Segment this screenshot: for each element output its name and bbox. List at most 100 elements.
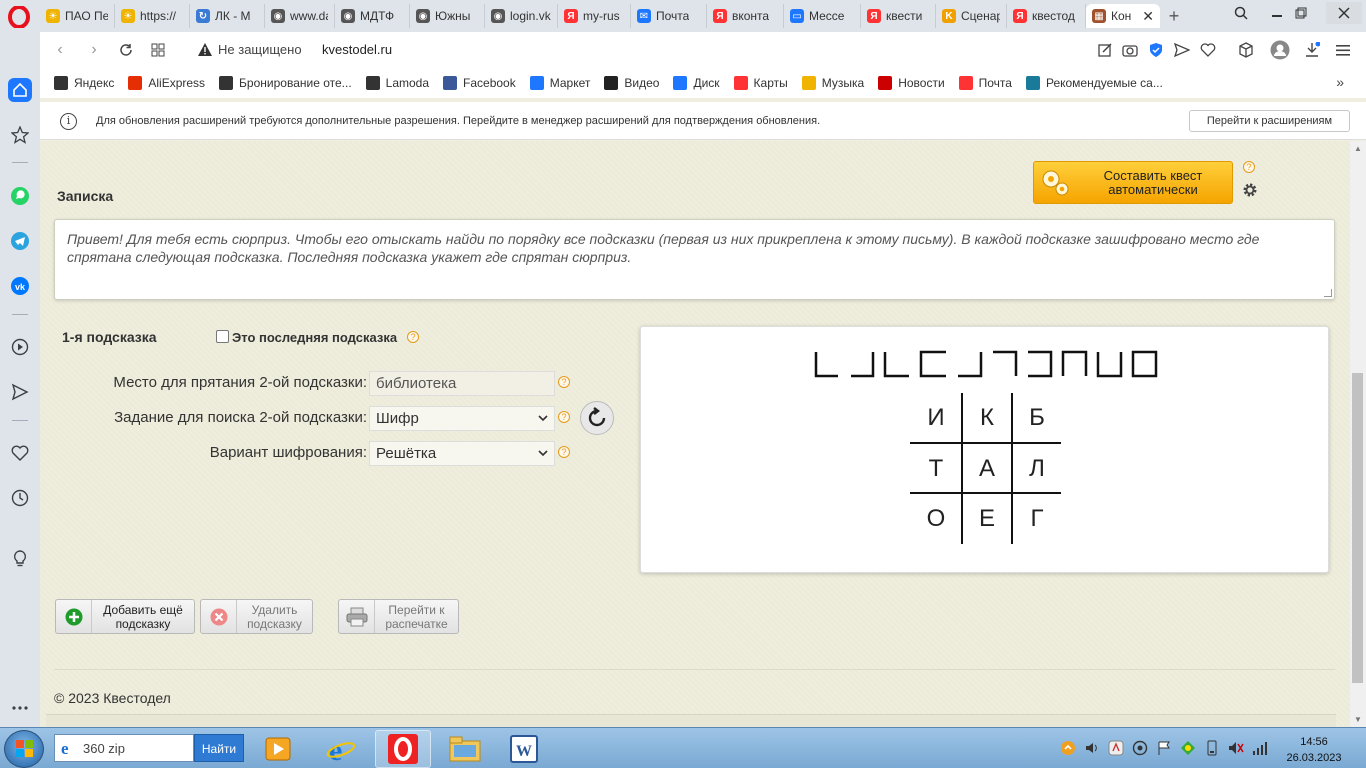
tray-app-icon[interactable] (1108, 740, 1124, 756)
forward-button[interactable]: › (84, 40, 104, 60)
heart-icon[interactable] (1200, 42, 1216, 58)
cipher-select[interactable]: Решётка (369, 441, 555, 466)
sidebar-bulb-icon[interactable] (8, 547, 32, 571)
task-help-icon[interactable]: ? (558, 411, 570, 423)
tab[interactable]: ☀ ПАО Пе (40, 4, 115, 28)
internet-explorer-icon[interactable]: e (313, 730, 369, 768)
sidebar-more-icon[interactable] (8, 696, 32, 720)
task-select[interactable]: Шифр (369, 406, 555, 431)
tray-device-icon[interactable] (1204, 740, 1220, 756)
reload-button[interactable] (116, 40, 136, 60)
bookmarks-more-icon[interactable]: » (1336, 74, 1344, 90)
place-input[interactable]: библиотека (369, 371, 555, 396)
back-button[interactable]: ‹ (50, 40, 70, 60)
tray-camera-icon[interactable] (1132, 740, 1148, 756)
tray-volume-icon[interactable] (1228, 740, 1244, 756)
tray-flag-icon[interactable] (1156, 740, 1172, 756)
tab[interactable]: Яквестод (1007, 4, 1086, 28)
sidebar-vk-icon[interactable]: vk (8, 274, 32, 298)
tab[interactable]: Яmy-rus (558, 4, 631, 28)
close-tab-icon[interactable]: ✕ (1142, 8, 1154, 25)
download-icon[interactable] (1304, 42, 1320, 58)
taskbar-search-input[interactable]: e 360 zip (54, 734, 194, 762)
go-to-extensions-button[interactable]: Перейти к расширениям (1189, 110, 1350, 132)
edit-icon[interactable] (1097, 42, 1113, 58)
print-button[interactable]: Перейти к распечатке (338, 599, 459, 634)
auto-compose-button[interactable]: Составить квест автоматически (1033, 161, 1233, 204)
last-hint-help-icon[interactable]: ? (407, 331, 419, 343)
bookmark-item[interactable]: Lamoda (365, 76, 429, 90)
send-icon[interactable] (1174, 42, 1190, 58)
avatar-icon[interactable] (1270, 40, 1290, 60)
bookmark-item[interactable]: Карты (733, 76, 788, 90)
tray-network-icon[interactable] (1252, 740, 1268, 756)
bookmark-item[interactable]: Рекомендуемые са... (1025, 76, 1163, 90)
start-button[interactable] (4, 730, 44, 768)
tabs-grid-button[interactable] (148, 40, 168, 60)
taskbar-search-button[interactable]: Найти (194, 734, 244, 762)
shield-icon[interactable] (1148, 42, 1164, 58)
place-help-icon[interactable]: ? (558, 376, 570, 388)
scroll-thumb[interactable] (1352, 373, 1363, 683)
help-icon[interactable]: ? (1243, 161, 1255, 173)
tab[interactable]: ✉ Почта (631, 4, 707, 28)
opera-logo-icon[interactable] (8, 6, 30, 28)
note-textarea[interactable]: Привет! Для тебя есть сюрприз. Чтобы его… (54, 219, 1335, 300)
new-tab-button[interactable]: + (1164, 6, 1184, 26)
regenerate-button[interactable] (580, 401, 614, 435)
tab[interactable]: ☀ https:// (115, 4, 190, 28)
bookmark-item[interactable]: Facebook (443, 76, 516, 90)
sidebar-home-icon[interactable] (8, 78, 32, 102)
tab[interactable]: ◉ Южны (410, 4, 485, 28)
opera-taskbar-icon[interactable] (375, 730, 431, 768)
url-field[interactable]: kvestodel.ru (322, 42, 392, 57)
cube-icon[interactable] (1238, 42, 1254, 58)
bookmark-item[interactable]: Диск (673, 76, 720, 90)
close-window-button[interactable] (1326, 2, 1362, 24)
tray-arrow-icon[interactable] (1060, 740, 1076, 756)
search-tabs-icon[interactable] (1226, 2, 1256, 24)
sidebar-player-icon[interactable] (8, 335, 32, 359)
sidebar-heart-icon[interactable] (8, 441, 32, 465)
sidebar-star-icon[interactable] (8, 123, 32, 147)
sidebar-history-icon[interactable] (8, 486, 32, 510)
restore-button[interactable] (1286, 2, 1316, 24)
sidebar-telegram-icon[interactable] (8, 229, 32, 253)
scroll-down-icon[interactable]: ▼ (1354, 715, 1362, 724)
bookmark-item[interactable]: Маркет (529, 76, 590, 90)
bookmark-item[interactable]: Видео (604, 76, 659, 90)
tab[interactable]: ▦ Кон ✕ (1086, 4, 1160, 28)
media-player-icon[interactable] (250, 730, 306, 768)
tray-audio-icon[interactable] (1084, 740, 1100, 756)
taskbar-clock[interactable]: 14:56 26.03.2023 (1284, 734, 1344, 766)
last-hint-checkbox[interactable] (216, 330, 229, 343)
tab[interactable]: ▭ Мессе (784, 4, 861, 28)
tab[interactable]: ◉ www.da (265, 4, 335, 28)
word-icon[interactable]: W (496, 730, 552, 768)
menu-icon[interactable] (1335, 42, 1351, 58)
bookmark-item[interactable]: Музыка (801, 76, 864, 90)
tab[interactable]: Явконта (707, 4, 784, 28)
sidebar-send-icon[interactable] (8, 380, 32, 404)
security-warning[interactable]: Не защищено (198, 42, 302, 57)
delete-hint-button[interactable]: Удалить подсказку (200, 599, 313, 634)
tab[interactable]: K Сценар (936, 4, 1007, 28)
resize-handle[interactable] (1324, 289, 1332, 297)
bookmark-item[interactable]: Новости (878, 76, 945, 90)
scrollbar[interactable]: ▲ ▼ (1350, 141, 1366, 727)
cipher-help-icon[interactable]: ? (558, 446, 570, 458)
bookmark-item[interactable]: Бронирование оте... (219, 76, 352, 90)
tab[interactable]: ◉ МДТФ (335, 4, 410, 28)
sidebar-whatsapp-icon[interactable] (8, 184, 32, 208)
bookmark-item[interactable]: AliExpress (128, 76, 205, 90)
file-explorer-icon[interactable] (437, 730, 493, 768)
scroll-up-icon[interactable]: ▲ (1354, 144, 1362, 153)
tab[interactable]: ◉ login.vk (485, 4, 558, 28)
tab[interactable]: ↻ ЛК - М (190, 4, 265, 28)
bookmark-item[interactable]: Яндекс (54, 76, 114, 90)
bookmark-item[interactable]: Почта (958, 76, 1012, 90)
settings-gear-icon[interactable] (1242, 182, 1258, 198)
camera-icon[interactable] (1122, 42, 1138, 58)
add-hint-button[interactable]: Добавить ещё подсказку (55, 599, 195, 634)
tab[interactable]: Яквести (861, 4, 936, 28)
